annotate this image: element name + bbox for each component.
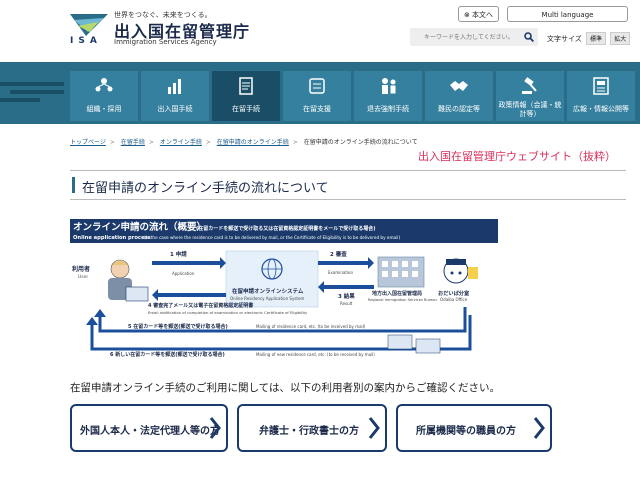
nav-item-support[interactable]: 在留支援 [283,71,351,121]
step6-label-ja: 6 新しい在留カード等を郵送(郵送で受け取る場合) [110,351,225,358]
user-label-en: User [78,274,88,280]
diagram-subtitle-note: (in the case where the residence card is… [144,235,400,240]
chart-icon [168,79,181,94]
cta-foreign-national-button[interactable]: 外国人本人・法定代理人等の方 [70,404,228,452]
nav-item-label: 在留支援 [303,105,331,113]
multi-language-button[interactable]: Multi language [507,6,628,22]
nav-item-label: 難民の認定等 [438,105,480,113]
page-title: 在留申請のオンライン手続の流れについて [82,181,329,196]
user-label-ja: 利用者 [71,265,90,273]
logo-acronym: ISA [70,36,102,46]
site-header: ISA 世界をつなぐ、未来をつくる。 出入国在留管理庁 Immigration … [0,0,640,62]
mascot-label-en: Odaiba Office [440,297,468,302]
jp-toggle-icon: ⊗ [463,11,473,19]
breadcrumb-link-top[interactable]: トップページ [70,139,106,146]
building-icon [377,256,425,288]
japanese-button[interactable]: ⊗ 本文へ [458,6,499,22]
search-icon[interactable] [524,32,534,42]
document-icon [239,77,253,95]
nav-item-residency[interactable]: 在留手続 [212,71,280,121]
diagram-subtitle: Online application process [73,235,151,241]
breadcrumb: トップページ > 在留手続 > オンライン手続 > 在留申請のオンライン手続 > 在留申… [70,137,418,146]
step3-label-en: Result [340,301,353,306]
nav-item-label: 政策情報（会議・統計等） [498,101,562,118]
step1-label-en: Application [172,271,195,276]
breadcrumb-link-online[interactable]: オンライン手続 [160,139,202,146]
step5-label-ja: 5 在留カード等を郵送(郵送で受け取る場合) [128,323,228,330]
breadcrumb-separator: > [205,139,211,146]
font-large-button[interactable]: 拡大 [610,32,631,45]
deportation-icon [382,78,396,94]
step1-label-ja: 1 申請 [170,250,187,258]
breadcrumb-separator: > [292,139,298,146]
diagram-title-note: (在留カードを郵送で受け取る又は在留資格認定証明書をメールで受け取る場合) [196,225,376,232]
breadcrumb-link-residency[interactable]: 在留手続 [121,139,145,146]
nav-item-deportation[interactable]: 退去強制手続 [354,71,422,121]
gavel-icon [522,77,537,94]
chevron-right-icon [533,417,545,439]
nav-item-immigration[interactable]: 出入国手続 [141,71,209,121]
handshake-icon [450,81,468,91]
search-input[interactable] [410,28,518,46]
cta-label: 所属機関等の職員の方 [416,426,516,437]
step6-label-en: Mailing of new residence card, etc. (to … [256,352,375,357]
mascot-label-ja: おだいば分室 [438,289,469,297]
nav-item-publicity[interactable]: 広報・情報公開等 [567,71,635,121]
bureau-label-ja: 地方出入国在留管理局 [372,290,422,297]
breadcrumb-separator: > [109,139,115,146]
cta-organization-staff-button[interactable]: 所属機関等の職員の方 [396,404,552,452]
breadcrumb-separator: > [148,139,154,146]
page-title-block: 在留申請のオンライン手続の流れについて [70,170,626,200]
nav-item-label: 退去強制手続 [367,105,409,113]
publication-icon [593,77,609,95]
intro-text: 在留申請オンライン手続のご利用に関しては、以下の利用者別の案内からご確認ください… [70,382,500,394]
system-label-ja: 在留申請オンラインシステム [232,287,304,295]
decorative-stripes [0,82,64,102]
nav-items: 組織・採用 出入国手続 在留手続 在留支援 退去強制手続 難民の認定等 政策情報… [70,71,635,121]
step4-label-ja: 4 審査完了メール又は電子在留資格認定証明書 [148,302,253,309]
agency-name-en: Immigration Services Agency [114,38,217,46]
step5-label-en: Mailing of residence card, etc. (to be r… [256,324,366,329]
organization-icon [95,78,113,92]
step3-label-ja: 3 結果 [338,292,355,300]
breadcrumb-current: 在留申請のオンライン手続の流れについて [303,139,418,146]
step2-label-ja: 2 審査 [330,250,347,258]
chevron-right-icon [368,417,380,439]
nav-item-label: 出入国手続 [157,105,193,113]
search-box [410,28,538,46]
residence-card-icon [387,334,413,350]
online-process-diagram: オンライン申請の流れ（概要） (在留カードを郵送で受け取る又は在留資格認定証明書… [70,219,498,362]
font-size-control: 文字サイズ 標準 拡大 [547,32,631,45]
title-accent-bar [72,177,75,193]
new-residence-card-icon [415,338,441,354]
cta-lawyer-button[interactable]: 弁護士・行政書士の方 [237,404,387,452]
japanese-button-label: 本文へ [472,11,494,19]
cta-label: 弁護士・行政書士の方 [259,426,359,437]
nav-item-organization[interactable]: 組織・採用 [70,71,138,121]
system-label-en: Online Residency Application System [230,296,304,301]
bureau-label-en: Regional Immigration Services Bureau [368,298,437,302]
nav-item-policy[interactable]: 政策情報（会議・統計等） [496,71,564,121]
nav-item-refugee[interactable]: 難民の認定等 [425,71,493,121]
diagram-title: オンライン申請の流れ（概要） [73,221,206,233]
step2-label-en: Examination [328,270,353,275]
support-icon [309,78,325,94]
breadcrumb-link-online-residency[interactable]: 在留申請のオンライン手続 [217,139,289,146]
font-size-label: 文字サイズ [547,35,582,43]
font-standard-button[interactable]: 標準 [586,32,607,45]
step4-label-en: Email notification of completion of exam… [148,310,308,315]
cta-label: 外国人本人・法定代理人等の方 [80,426,220,437]
nav-item-label: 在留手続 [232,105,260,113]
nav-item-label: 広報・情報公開等 [573,105,629,113]
chevron-right-icon [209,417,221,439]
site-excerpt-note: 出入国在留管理庁ウェブサイト（抜粋） [418,150,616,163]
nav-item-label: 組織・採用 [86,105,122,113]
